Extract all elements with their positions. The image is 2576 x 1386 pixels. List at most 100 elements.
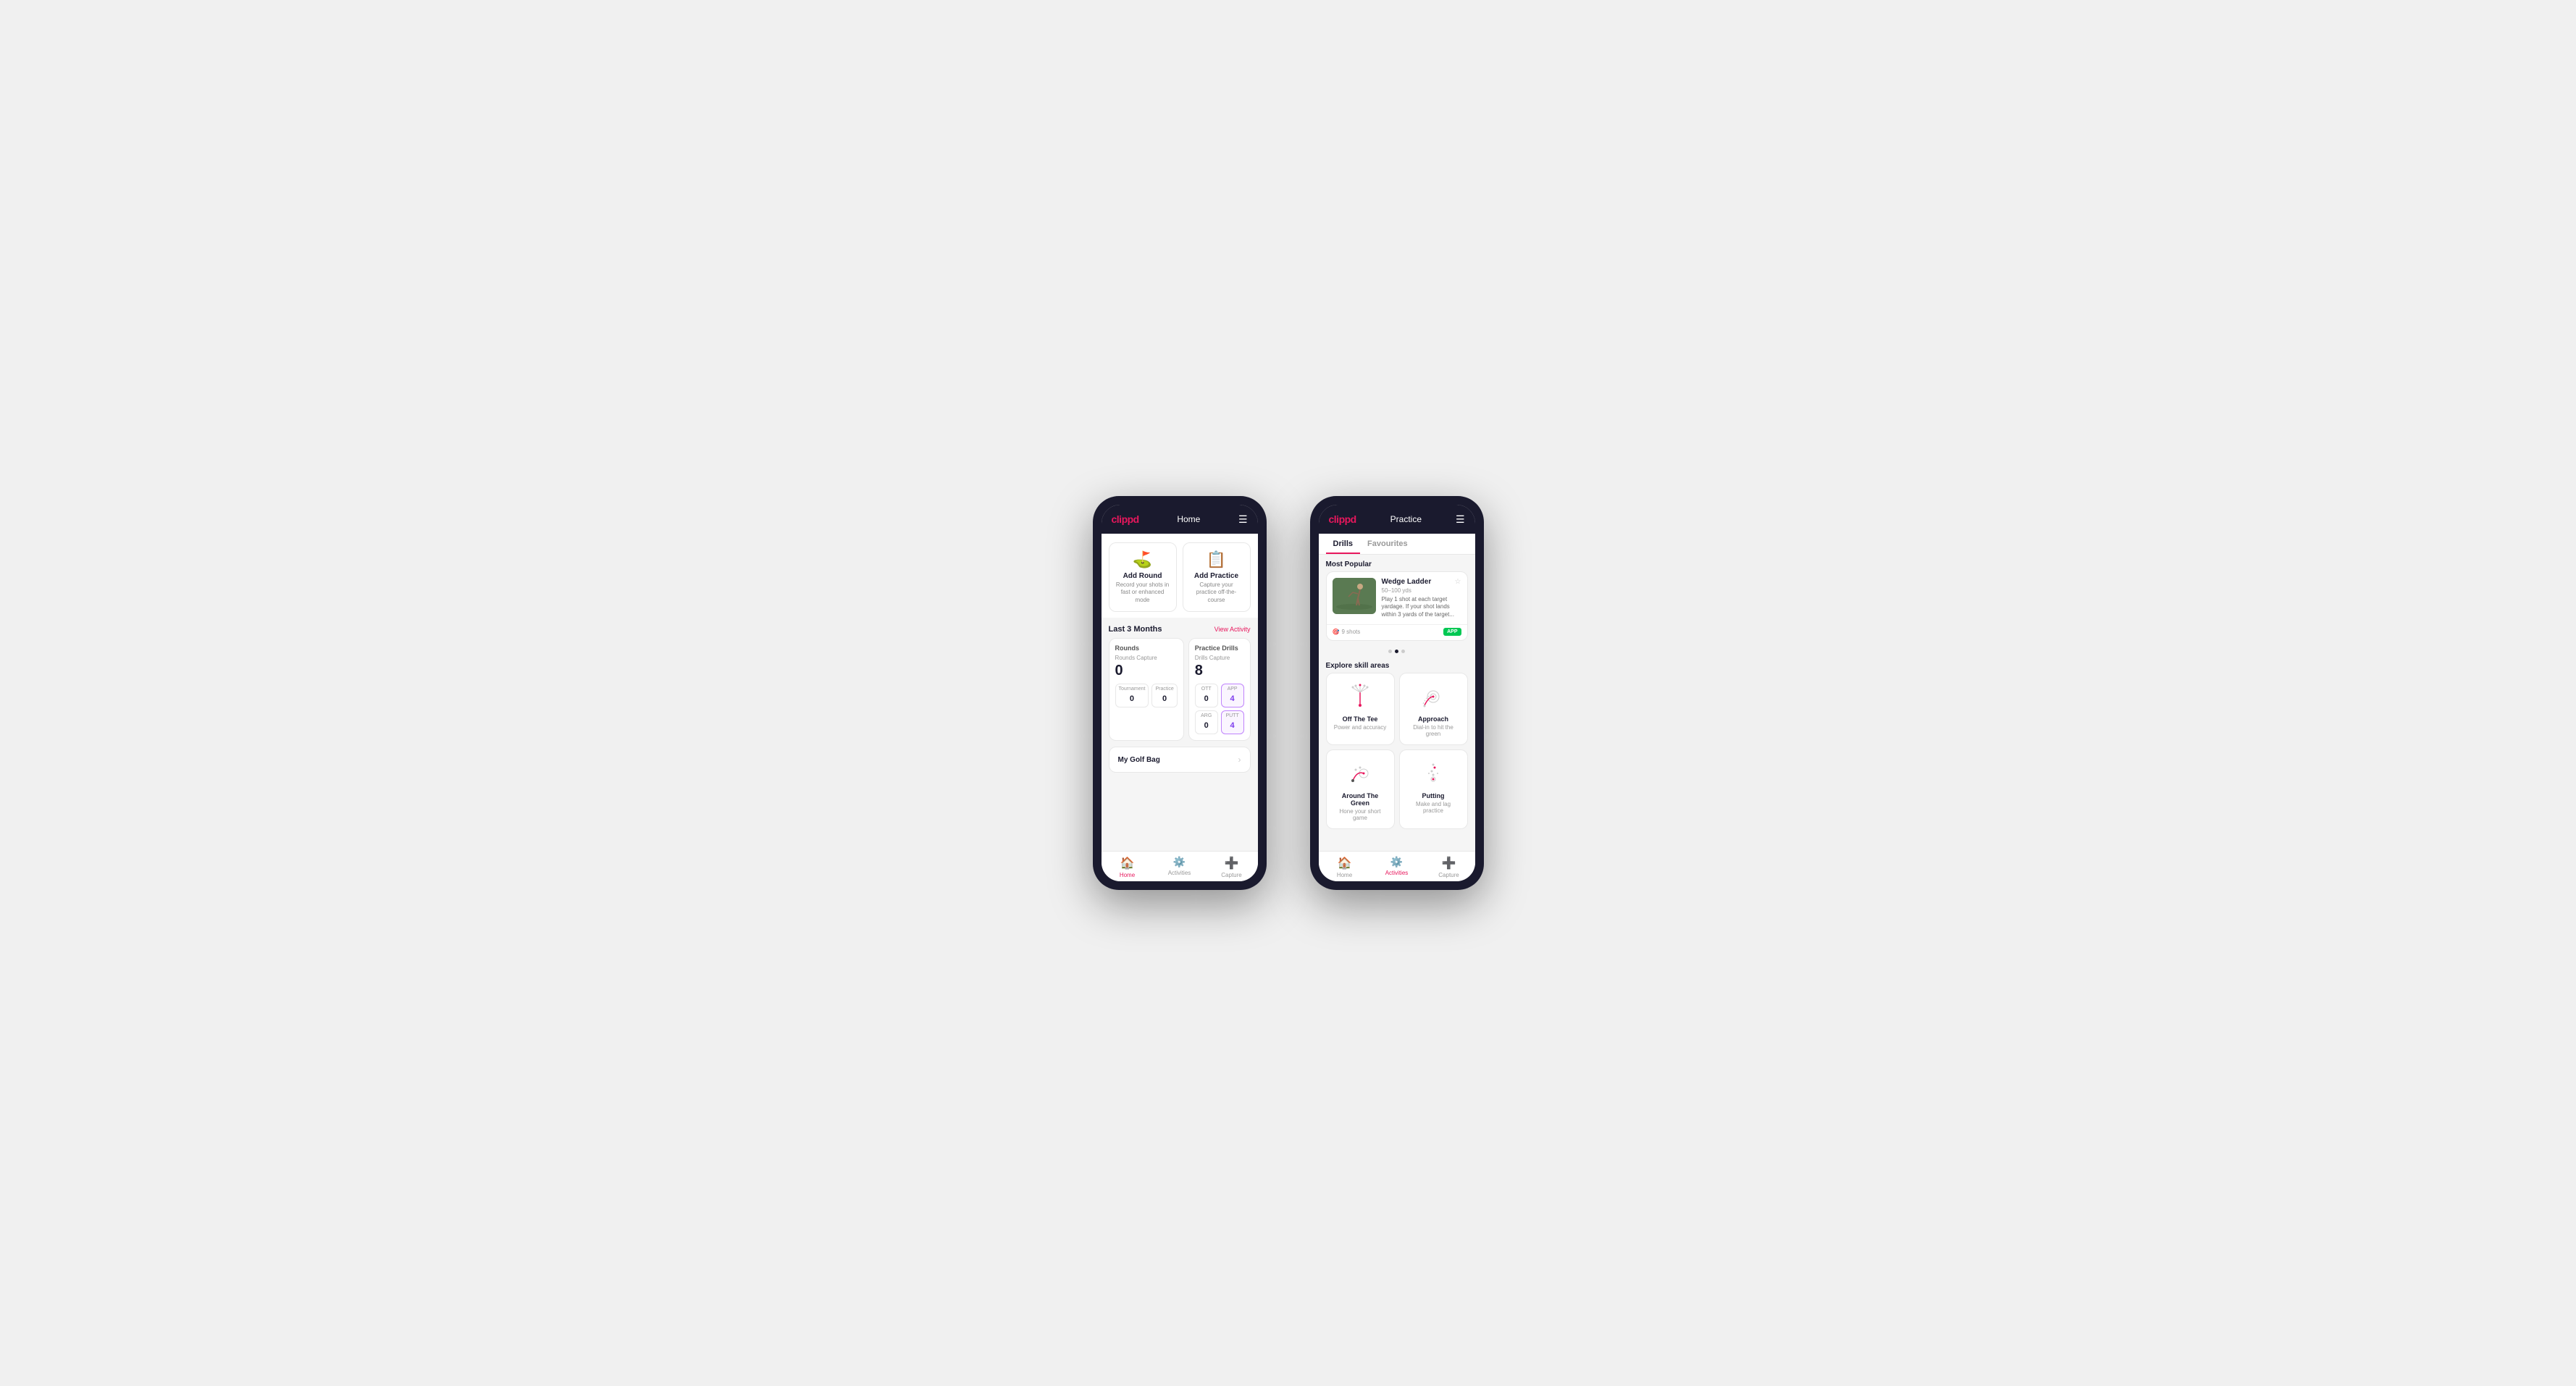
drill-image xyxy=(1333,578,1376,614)
home-bottom-nav: 🏠 Home ⚙️ Activities ➕ Capture xyxy=(1102,851,1258,881)
rounds-total: 0 xyxy=(1115,663,1178,679)
tab-favourites[interactable]: Favourites xyxy=(1360,534,1415,554)
drills-top-row: OTT 0 APP 4 xyxy=(1195,684,1244,707)
home-nav-icon-2: 🏠 xyxy=(1338,856,1352,870)
explore-label: Explore skill areas xyxy=(1319,656,1475,673)
off-the-tee-name: Off The Tee xyxy=(1343,715,1378,723)
ott-label: OTT xyxy=(1199,686,1214,692)
home-content: ⛳ Add Round Record your shots in fast or… xyxy=(1102,534,1258,851)
dot-1 xyxy=(1388,650,1392,653)
practice-tab-bar: Drills Favourites xyxy=(1319,534,1475,555)
shots-icon: 🎯 xyxy=(1333,629,1340,635)
arg-value: 0 xyxy=(1204,721,1209,730)
stats-grid: Rounds Rounds Capture 0 Tournament 0 Pra… xyxy=(1102,638,1258,747)
home-nav-icon: 🏠 xyxy=(1120,856,1135,870)
add-round-card[interactable]: ⛳ Add Round Record your shots in fast or… xyxy=(1109,542,1177,612)
dot-2 xyxy=(1395,650,1398,653)
nav-capture[interactable]: ➕ Capture xyxy=(1206,856,1258,878)
app-header-home: clippd Home ☰ xyxy=(1102,505,1258,534)
golf-bag-label: My Golf Bag xyxy=(1118,756,1160,764)
nav-home-2[interactable]: 🏠 Home xyxy=(1319,856,1371,878)
tournament-value: 0 xyxy=(1130,694,1134,703)
skill-off-the-tee[interactable]: Off The Tee Power and accuracy xyxy=(1326,673,1395,745)
around-green-icon xyxy=(1344,757,1376,789)
drill-info-header: Wedge Ladder ☆ xyxy=(1382,578,1461,586)
rounds-title: Rounds xyxy=(1115,644,1178,652)
add-practice-card[interactable]: 📋 Add Practice Capture your practice off… xyxy=(1183,542,1251,612)
add-round-title: Add Round xyxy=(1123,572,1162,580)
app-header-practice: clippd Practice ☰ xyxy=(1319,505,1475,534)
shots-count: 9 shots xyxy=(1341,629,1360,635)
menu-icon-2[interactable]: ☰ xyxy=(1456,513,1465,526)
ott-stat: OTT 0 xyxy=(1195,684,1218,707)
off-the-tee-icon xyxy=(1344,681,1376,713)
add-practice-icon: 📋 xyxy=(1207,550,1226,569)
dot-3 xyxy=(1401,650,1405,653)
putting-name: Putting xyxy=(1422,792,1445,799)
drill-badge: APP xyxy=(1443,628,1461,636)
rounds-breakdown: Tournament 0 Practice 0 xyxy=(1115,684,1178,707)
drill-footer: 🎯 9 shots APP xyxy=(1327,624,1467,640)
drill-description: Play 1 shot at each target yardage. If y… xyxy=(1382,596,1461,618)
putt-stat: PUTT 4 xyxy=(1221,710,1244,734)
wedge-ladder-card[interactable]: Wedge Ladder ☆ 50–100 yds Play 1 shot at… xyxy=(1326,571,1468,641)
rounds-capture-label: Rounds Capture xyxy=(1115,655,1178,661)
add-round-desc: Record your shots in fast or enhanced mo… xyxy=(1115,581,1170,604)
home-title: Home xyxy=(1177,514,1200,524)
arg-label: ARG xyxy=(1199,713,1214,718)
add-practice-desc: Capture your practice off-the-course xyxy=(1189,581,1244,604)
golf-bag-chevron: › xyxy=(1238,755,1241,765)
star-icon[interactable]: ☆ xyxy=(1455,578,1461,586)
skill-around-green[interactable]: Around The Green Hone your short game xyxy=(1326,749,1395,829)
approach-desc: Dial-in to hit the green xyxy=(1406,724,1461,737)
activities-nav-label: Activities xyxy=(1168,870,1191,876)
off-the-tee-desc: Power and accuracy xyxy=(1334,724,1386,731)
activities-nav-icon: ⚙️ xyxy=(1173,856,1186,868)
nav-activities-2[interactable]: ⚙️ Activities xyxy=(1371,856,1423,878)
ott-value: 0 xyxy=(1204,694,1209,703)
drill-thumbnail xyxy=(1333,578,1376,614)
phone-practice: clippd Practice ☰ Drills Favourites Most… xyxy=(1310,496,1484,890)
putt-label: PUTT xyxy=(1225,713,1241,718)
golf-bag-row[interactable]: My Golf Bag › xyxy=(1109,747,1251,773)
arg-stat: ARG 0 xyxy=(1195,710,1218,734)
drills-card: Practice Drills Drills Capture 8 OTT 0 A… xyxy=(1188,638,1251,741)
putting-desc: Make and lag practice xyxy=(1406,801,1461,814)
pagination-dots xyxy=(1319,647,1475,656)
nav-home[interactable]: 🏠 Home xyxy=(1102,856,1154,878)
approach-icon xyxy=(1417,681,1449,713)
tournament-label: Tournament xyxy=(1119,686,1146,692)
skill-grid: Off The Tee Power and accuracy xyxy=(1319,673,1475,835)
practice-stat: Practice 0 xyxy=(1151,684,1177,707)
putting-icon xyxy=(1417,757,1449,789)
drill-yardage: 50–100 yds xyxy=(1382,587,1461,594)
practice-value: 0 xyxy=(1162,694,1167,703)
nav-activities[interactable]: ⚙️ Activities xyxy=(1154,856,1206,878)
view-activity-link[interactable]: View Activity xyxy=(1214,626,1251,633)
drill-info: Wedge Ladder ☆ 50–100 yds Play 1 shot at… xyxy=(1382,578,1461,618)
drills-capture-label: Drills Capture xyxy=(1195,655,1244,661)
rounds-card: Rounds Rounds Capture 0 Tournament 0 Pra… xyxy=(1109,638,1184,741)
tab-drills[interactable]: Drills xyxy=(1326,534,1361,554)
drill-card-inner: Wedge Ladder ☆ 50–100 yds Play 1 shot at… xyxy=(1327,572,1467,624)
skill-putting[interactable]: Putting Make and lag practice xyxy=(1399,749,1468,829)
practice-title: Practice xyxy=(1390,514,1422,524)
around-green-desc: Hone your short game xyxy=(1333,808,1388,821)
skill-approach[interactable]: Approach Dial-in to hit the green xyxy=(1399,673,1468,745)
stats-header: Last 3 Months View Activity xyxy=(1102,618,1258,638)
add-round-icon: ⛳ xyxy=(1133,550,1152,569)
last-3-months-label: Last 3 Months xyxy=(1109,625,1162,634)
putt-value: 4 xyxy=(1230,721,1235,730)
add-practice-title: Add Practice xyxy=(1194,572,1238,580)
app-logo-2: clippd xyxy=(1329,513,1356,525)
drill-name: Wedge Ladder xyxy=(1382,578,1432,586)
app-label: APP xyxy=(1225,686,1241,692)
menu-icon[interactable]: ☰ xyxy=(1238,513,1248,526)
nav-capture-2[interactable]: ➕ Capture xyxy=(1423,856,1475,878)
drills-bottom-row: ARG 0 PUTT 4 xyxy=(1195,710,1244,734)
capture-nav-icon-2: ➕ xyxy=(1442,856,1456,870)
tournament-stat: Tournament 0 xyxy=(1115,684,1149,707)
most-popular-label: Most Popular xyxy=(1319,555,1475,571)
capture-nav-label-2: Capture xyxy=(1438,872,1459,878)
activities-nav-icon-2: ⚙️ xyxy=(1390,856,1403,868)
